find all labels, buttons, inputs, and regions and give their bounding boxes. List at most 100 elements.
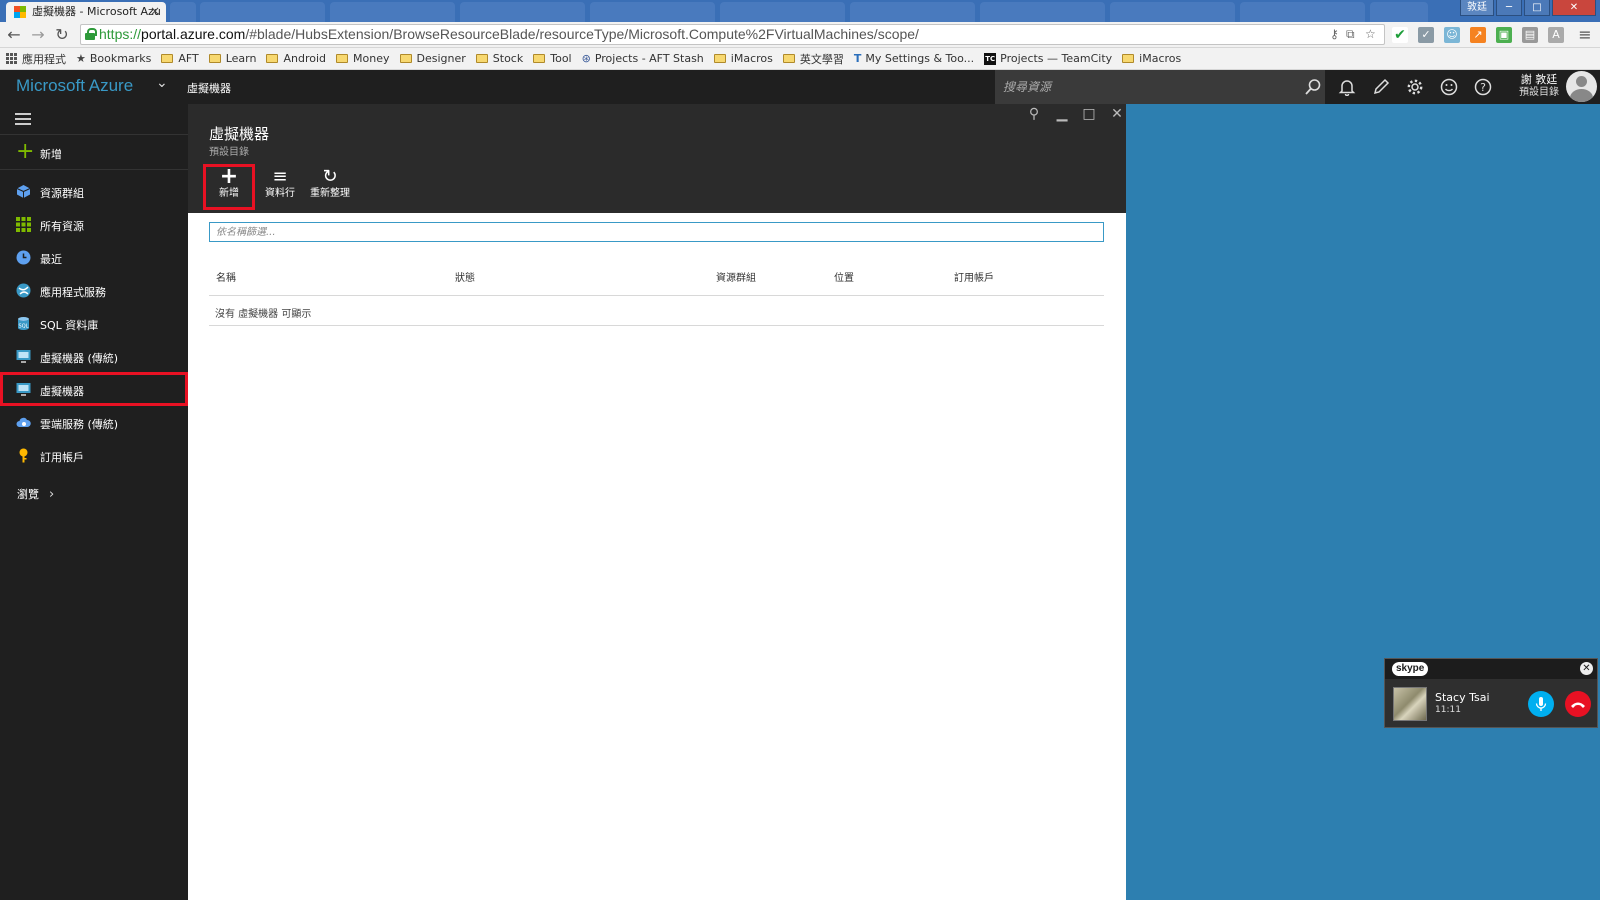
bookmark-folder[interactable]: iMacros	[1122, 52, 1181, 65]
back-button[interactable]: ←	[3, 24, 25, 46]
extension-icon[interactable]: ☺	[1444, 27, 1460, 43]
sidebar-browse-button[interactable]: 瀏覽 ›	[17, 486, 54, 502]
browser-tab[interactable]	[1370, 2, 1428, 22]
reload-button[interactable]: ↻	[51, 24, 73, 46]
bookmark-item[interactable]: TC Projects — TeamCity	[984, 52, 1112, 65]
gear-icon[interactable]	[1398, 70, 1432, 104]
sidebar-item-resource-groups[interactable]: 資源群組	[0, 174, 188, 208]
extension-icon[interactable]: ▤	[1522, 27, 1538, 43]
close-icon[interactable]: ✕	[1580, 662, 1593, 675]
browser-tab[interactable]	[850, 2, 975, 22]
clock-icon	[16, 250, 31, 265]
command-label: 重新整理	[310, 188, 350, 199]
bookmark-label: 應用程式	[22, 52, 66, 66]
star-icon: ★	[76, 52, 86, 65]
add-vm-button[interactable]: + 新增	[203, 164, 255, 210]
bookmark-apps[interactable]: 應用程式	[6, 51, 66, 67]
account-menu[interactable]: 謝 敦廷 預設目錄	[1510, 73, 1568, 99]
call-duration: 11:11	[1435, 705, 1461, 715]
folder-icon	[533, 54, 546, 63]
columns-button[interactable]: ≡ 資料行	[254, 164, 306, 210]
profile-button[interactable]: 敦廷	[1460, 0, 1494, 16]
sidebar-new-button[interactable]: + 新增	[0, 134, 188, 170]
column-header-status[interactable]: 狀態	[455, 269, 475, 284]
browser-tab[interactable]	[330, 2, 455, 22]
apps-icon	[6, 53, 17, 64]
column-header-location[interactable]: 位置	[834, 269, 854, 284]
sidebar-item-sql-databases[interactable]: SQL SQL 資料庫	[0, 306, 188, 340]
browser-tab[interactable]	[1110, 2, 1235, 22]
sidebar-item-all-resources[interactable]: 所有資源	[0, 207, 188, 241]
browser-tab[interactable]	[720, 2, 845, 22]
close-blade-icon[interactable]: ✕	[1109, 106, 1125, 122]
browser-tab[interactable]	[200, 2, 325, 22]
minimize-window-button[interactable]: ─	[1496, 0, 1522, 16]
bookmark-folder[interactable]: Tool	[533, 52, 572, 65]
browser-tab[interactable]	[590, 2, 715, 22]
maximize-blade-icon[interactable]: □	[1081, 106, 1097, 122]
maximize-window-button[interactable]: □	[1524, 0, 1550, 16]
filter-by-name-input[interactable]	[209, 222, 1104, 242]
bookmark-item[interactable]: T My Settings & Too...	[854, 52, 974, 65]
tab-close-icon[interactable]: ×	[150, 2, 160, 21]
sidebar-item-label: 最近	[40, 253, 62, 266]
hang-up-button[interactable]	[1565, 691, 1591, 717]
minimize-blade-icon[interactable]: ▁	[1054, 106, 1070, 122]
angular-extension-icon[interactable]: A	[1548, 27, 1564, 43]
bookmark-folder[interactable]: iMacros	[713, 52, 773, 65]
chevron-down-icon[interactable]: ⌄	[156, 75, 168, 91]
breadcrumb[interactable]: 虛擬機器	[187, 80, 231, 96]
bookmark-label: iMacros	[1139, 52, 1182, 65]
search-icon[interactable]	[1296, 70, 1330, 104]
key-icon	[16, 448, 31, 463]
column-header-subscription[interactable]: 訂用帳戶	[954, 269, 994, 284]
translate-icon[interactable]: ⧉	[1346, 27, 1355, 41]
bookmark-folder[interactable]: 英文學習	[782, 51, 844, 67]
bookmark-star-icon[interactable]: ☆	[1365, 27, 1376, 41]
checkmark-extension-icon[interactable]: ✔	[1392, 27, 1408, 43]
help-icon[interactable]: ?	[1466, 70, 1500, 104]
bookmark-item[interactable]: ⊛ Projects - AFT Stash	[582, 52, 704, 65]
avatar[interactable]	[1566, 71, 1597, 102]
sidebar-item-app-services[interactable]: 應用程式服務	[0, 273, 188, 307]
bookmark-folder[interactable]: Stock	[475, 52, 523, 65]
key-icon[interactable]: ⚷	[1330, 27, 1339, 41]
azure-brand[interactable]: Microsoft Azure	[16, 76, 133, 96]
extension-icon[interactable]: ▣	[1496, 27, 1512, 43]
bookmark-folder[interactable]: Designer	[399, 52, 466, 65]
bookmark-label: Money	[353, 52, 390, 65]
browser-tab[interactable]	[460, 2, 585, 22]
pin-icon[interactable]: ⚲	[1026, 106, 1042, 122]
refresh-button[interactable]: ↻ 重新整理	[304, 164, 356, 210]
bookmark-folder[interactable]: Money	[336, 52, 390, 65]
browser-menu-icon[interactable]: ≡	[1574, 24, 1596, 46]
browser-tab-active[interactable]: 虛擬機器 - Microsoft Azu ×	[6, 2, 166, 22]
edit-pencil-icon[interactable]	[1364, 70, 1398, 104]
new-tab-button[interactable]	[170, 2, 196, 22]
blade-header: ⚲ ▁ □ ✕ 虛擬機器 預設目錄 + 新增 ≡ 資料行 ↻ 重新整理	[188, 104, 1126, 213]
sidebar-item-recent[interactable]: 最近	[0, 240, 188, 274]
chart-extension-icon[interactable]: ↗	[1470, 27, 1486, 43]
close-window-button[interactable]: ✕	[1552, 0, 1596, 16]
hamburger-menu-icon[interactable]	[15, 113, 31, 127]
bookmark-folder[interactable]: Android	[266, 52, 326, 65]
browser-tab[interactable]	[1240, 2, 1365, 22]
forward-button[interactable]: →	[27, 24, 49, 46]
bookmark-folder[interactable]: Learn	[208, 52, 256, 65]
bookmark-item[interactable]: ★ Bookmarks	[76, 52, 151, 65]
sidebar-item-virtual-machines[interactable]: 虛擬機器	[0, 372, 188, 406]
sidebar-item-vm-classic[interactable]: 虛擬機器 (傳統)	[0, 339, 188, 373]
browser-tab[interactable]	[980, 2, 1105, 22]
sidebar-item-subscriptions[interactable]: 訂用帳戶	[0, 438, 188, 472]
bookmark-folder[interactable]: AFT	[161, 52, 199, 65]
search-input[interactable]	[995, 70, 1325, 104]
column-header-name[interactable]: 名稱	[216, 269, 236, 284]
sidebar-item-cloud-services[interactable]: 雲端服務 (傳統)	[0, 405, 188, 439]
extension-icon[interactable]: ✓	[1418, 27, 1434, 43]
column-header-resource-group[interactable]: 資源群組	[716, 269, 756, 284]
smiley-feedback-icon[interactable]	[1432, 70, 1466, 104]
address-bar[interactable]: https://portal.azure.com/#blade/HubsExte…	[80, 24, 1385, 45]
bell-icon[interactable]	[1330, 70, 1364, 104]
stash-icon: ⊛	[581, 52, 591, 65]
microphone-button[interactable]	[1528, 691, 1554, 717]
